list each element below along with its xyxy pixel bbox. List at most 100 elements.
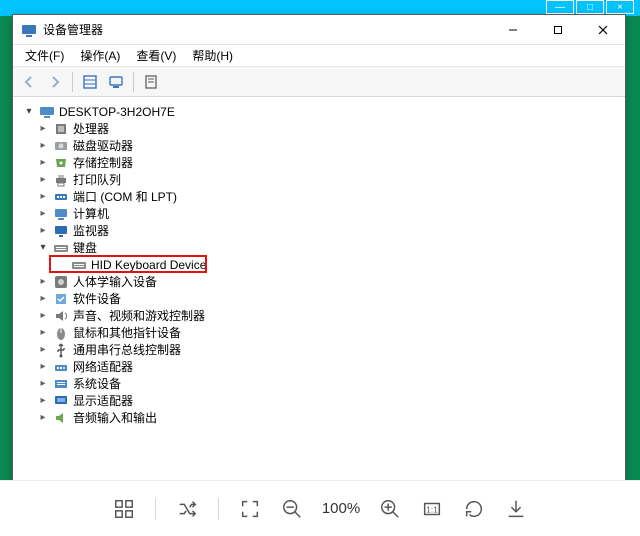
- tree-category-label: 监视器: [73, 222, 109, 239]
- cpu-icon: [53, 121, 69, 137]
- computer-icon: [53, 206, 69, 222]
- device-tree[interactable]: DESKTOP-3H2OH7E 处理器 磁盘驱动器 存储控制器 打印队列 端口 …: [13, 97, 625, 485]
- window-title: 设备管理器: [43, 21, 490, 38]
- zoom-in-icon[interactable]: [375, 494, 405, 524]
- tree-category-node[interactable]: 打印队列: [33, 171, 625, 188]
- tree-category-label: 磁盘驱动器: [73, 137, 133, 154]
- expand-arrow-icon[interactable]: [37, 157, 49, 169]
- tree-category-node[interactable]: 显示适配器: [33, 392, 625, 409]
- titlebar[interactable]: 设备管理器: [13, 15, 625, 45]
- sound-icon: [53, 308, 69, 324]
- zoom-level: 100%: [319, 500, 363, 517]
- expand-arrow-icon[interactable]: [37, 276, 49, 288]
- mouse-icon: [53, 325, 69, 341]
- tree-category-node[interactable]: 人体学输入设备: [33, 273, 625, 290]
- tree-category-label: 处理器: [73, 120, 109, 137]
- expand-arrow-icon[interactable]: [37, 242, 49, 254]
- usb-icon: [53, 342, 69, 358]
- expand-arrow-icon[interactable]: [37, 140, 49, 152]
- display-icon: [53, 393, 69, 409]
- toolbar-separator: [133, 72, 134, 92]
- monitor-icon: [53, 223, 69, 239]
- minimize-button[interactable]: [490, 15, 535, 44]
- device-manager-window: 设备管理器 文件(F) 操作(A) 查看(V) 帮助(H): [12, 14, 626, 486]
- tree-category-label: 鼠标和其他指针设备: [73, 324, 181, 341]
- rotate-icon[interactable]: [459, 494, 489, 524]
- zoom-out-icon[interactable]: [277, 494, 307, 524]
- expand-arrow-icon[interactable]: [37, 395, 49, 407]
- toolbar-back-button[interactable]: [17, 70, 41, 94]
- expand-arrow-icon[interactable]: [37, 225, 49, 237]
- toolbar-forward-button[interactable]: [43, 70, 67, 94]
- bg-maximize-button[interactable]: □: [576, 0, 604, 14]
- expand-arrow-icon[interactable]: [37, 208, 49, 220]
- tree-category-node[interactable]: 存储控制器: [33, 154, 625, 171]
- close-button[interactable]: [580, 15, 625, 44]
- tree-category-node[interactable]: 计算机: [33, 205, 625, 222]
- tree-category-label: 软件设备: [73, 290, 121, 307]
- tree-category-node[interactable]: 鼠标和其他指针设备: [33, 324, 625, 341]
- expand-arrow-icon[interactable]: [37, 344, 49, 356]
- expand-arrow-icon[interactable]: [37, 174, 49, 186]
- system-icon: [53, 376, 69, 392]
- maximize-button[interactable]: [535, 15, 580, 44]
- expand-arrow-icon[interactable]: [37, 191, 49, 203]
- grid-view-icon[interactable]: [109, 494, 139, 524]
- tree-category-node[interactable]: 处理器: [33, 120, 625, 137]
- toolbar-refresh-button[interactable]: [104, 70, 128, 94]
- menu-view[interactable]: 查看(V): [130, 45, 182, 66]
- tree-category-node[interactable]: 音频输入和输出: [33, 409, 625, 426]
- software-icon: [53, 291, 69, 307]
- menu-file[interactable]: 文件(F): [19, 45, 70, 66]
- computer-icon: [39, 104, 55, 120]
- tree-category-label: 键盘: [73, 239, 97, 256]
- tree-category-label: 打印队列: [73, 171, 121, 188]
- tree-device-node[interactable]: HID Keyboard Device: [51, 256, 625, 273]
- tree-device-label: HID Keyboard Device: [91, 258, 206, 272]
- toolbar-separator: [72, 72, 73, 92]
- tree-category-label: 显示适配器: [73, 392, 133, 409]
- tree-category-node[interactable]: 端口 (COM 和 LPT): [33, 188, 625, 205]
- tree-category-label: 网络适配器: [73, 358, 133, 375]
- expand-arrow-icon[interactable]: [37, 378, 49, 390]
- toolbar: [13, 67, 625, 97]
- viewer-toolbar: 100% 1:1: [0, 480, 640, 536]
- tree-category-node[interactable]: 键盘: [33, 239, 625, 256]
- tree-category-label: 系统设备: [73, 375, 121, 392]
- app-icon: [21, 22, 37, 38]
- tree-category-node[interactable]: 声音、视频和游戏控制器: [33, 307, 625, 324]
- tree-category-node[interactable]: 磁盘驱动器: [33, 137, 625, 154]
- tree-root-node[interactable]: DESKTOP-3H2OH7E: [19, 103, 625, 120]
- toolbar-properties-button[interactable]: [139, 70, 163, 94]
- expand-arrow-icon[interactable]: [23, 106, 35, 118]
- actual-size-icon[interactable]: 1:1: [417, 494, 447, 524]
- network-icon: [53, 359, 69, 375]
- tree-category-node[interactable]: 软件设备: [33, 290, 625, 307]
- toolbar-details-button[interactable]: [78, 70, 102, 94]
- expand-arrow-icon[interactable]: [37, 293, 49, 305]
- expand-arrow-icon[interactable]: [37, 310, 49, 322]
- tree-category-node[interactable]: 系统设备: [33, 375, 625, 392]
- expand-arrow-icon[interactable]: [37, 412, 49, 424]
- bg-close-button[interactable]: ×: [606, 0, 634, 14]
- menubar: 文件(F) 操作(A) 查看(V) 帮助(H): [13, 45, 625, 67]
- tree-category-label: 音频输入和输出: [73, 409, 157, 426]
- menu-action[interactable]: 操作(A): [74, 45, 126, 66]
- separator: [155, 498, 156, 520]
- download-icon[interactable]: [501, 494, 531, 524]
- expand-arrow-icon[interactable]: [37, 361, 49, 373]
- menu-help[interactable]: 帮助(H): [186, 45, 239, 66]
- tree-category-node[interactable]: 通用串行总线控制器: [33, 341, 625, 358]
- tree-category-node[interactable]: 监视器: [33, 222, 625, 239]
- shuffle-icon[interactable]: [172, 494, 202, 524]
- bg-minimize-button[interactable]: —: [546, 0, 574, 14]
- expand-arrow-icon[interactable]: [37, 123, 49, 135]
- disk-icon: [53, 138, 69, 154]
- tree-category-label: 人体学输入设备: [73, 273, 157, 290]
- fullscreen-icon[interactable]: [235, 494, 265, 524]
- expand-arrow-icon[interactable]: [37, 327, 49, 339]
- tree-category-node[interactable]: 网络适配器: [33, 358, 625, 375]
- separator: [218, 498, 219, 520]
- printer-icon: [53, 172, 69, 188]
- keyboard-icon: [53, 240, 69, 256]
